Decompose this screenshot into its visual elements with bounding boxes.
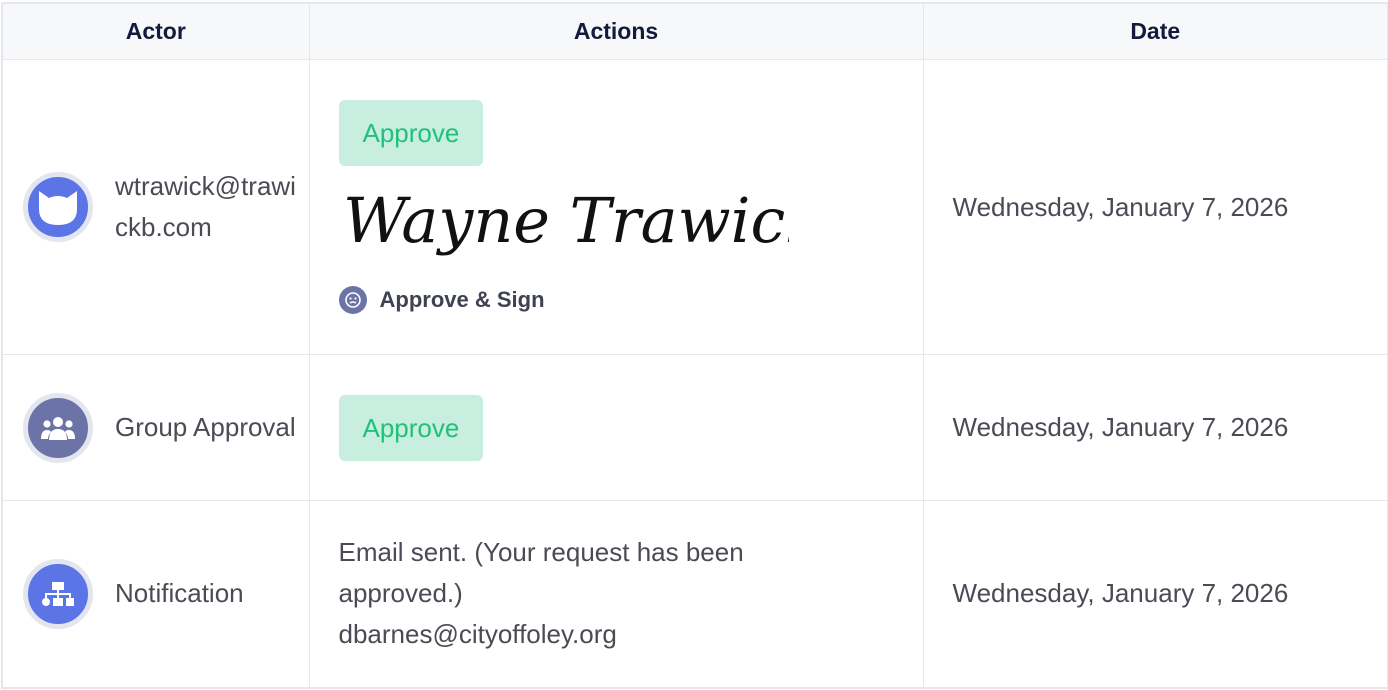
table-row: Notification Email sent. (Your request h…	[1, 500, 1388, 688]
signature-image: Wayne Trawick	[343, 184, 789, 257]
actor-cell: wtrawick@trawickb.com	[1, 59, 310, 355]
date-cell: Wednesday, January 7, 2026	[922, 59, 1388, 355]
actor-name: wtrawick@trawickb.com	[115, 171, 296, 242]
approve-and-sign-label: Approve & Sign	[379, 287, 545, 312]
notification-line: Email sent. (Your request has been	[338, 537, 744, 568]
actions-cell: Approve	[308, 354, 924, 501]
notification-line: approved.)	[338, 578, 463, 609]
cat-avatar-icon	[23, 172, 93, 242]
signature-status-icon	[338, 286, 367, 314]
approve-badge: Approve	[338, 394, 484, 461]
group-icon	[23, 392, 93, 463]
actor-cell: Group Approval	[1, 354, 310, 501]
date-cell: Wednesday, January 7, 2026	[922, 500, 1388, 688]
actions-cell: Email sent. (Your request has been appro…	[308, 500, 924, 688]
approve-badge: Approve	[338, 100, 484, 166]
column-header-actions: Actions	[308, 2, 924, 60]
audit-table: Actor Actions Date wtrawick@trawickb.com	[1, 2, 1388, 689]
column-header-date: Date	[922, 2, 1388, 60]
actor-name: Group Approval	[115, 412, 296, 442]
actor-name: Notification	[115, 578, 244, 609]
actions-cell: Approve Wayne Trawick Approve & Sign	[308, 59, 924, 355]
approve-and-sign-status: Approve & Sign	[338, 286, 923, 314]
table-row: Group Approval Approve Wednesday, Januar…	[1, 354, 1388, 501]
notification-message: Email sent. (Your request has been appro…	[339, 532, 923, 655]
table-header-row: Actor Actions Date	[1, 2, 1388, 60]
actor-cell: Notification	[1, 500, 310, 688]
notification-recipient: dbarnes@cityoffoley.org	[338, 619, 617, 650]
sitemap-icon	[23, 558, 93, 629]
table-row: wtrawick@trawickb.com Approve Wayne Traw…	[1, 59, 1388, 355]
svg-text:Wayne Trawick: Wayne Trawick	[343, 184, 789, 257]
audit-trail: Actor Actions Date wtrawick@trawickb.com	[0, 0, 1388, 690]
column-header-actor: Actor	[1, 2, 310, 60]
date-cell: Wednesday, January 7, 2026	[922, 354, 1388, 501]
